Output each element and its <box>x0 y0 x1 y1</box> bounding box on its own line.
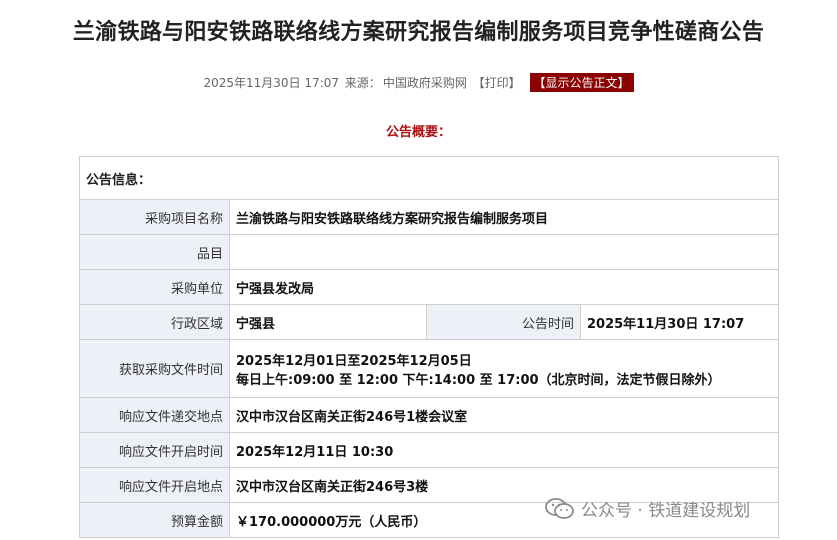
submit-place-value: 汉中市汉台区南关正街246号1楼会议室 <box>228 397 780 433</box>
region-label: 行政区域 <box>79 304 230 340</box>
table-header: 公告信息： <box>78 156 780 200</box>
table-row: 采购项目名称 兰渝铁路与阳安铁路联络线方案研究报告编制服务项目 <box>79 199 780 235</box>
purchaser-value: 宁强县发改局 <box>228 269 780 305</box>
project-name-label: 采购项目名称 <box>79 199 230 235</box>
table-row: 响应文件开启时间 2025年12月11日 10:30 <box>79 432 780 468</box>
announcement-meta: 2025年11月30日 17:07 来源： 中国政府采购网 【打印】 【显示公告正… <box>0 73 837 92</box>
wechat-icon <box>545 497 574 519</box>
open-time-label: 响应文件开启时间 <box>79 432 230 468</box>
project-name-value: 兰渝铁路与阳安铁路联络线方案研究报告编制服务项目 <box>228 199 780 235</box>
show-full-text-button[interactable]: 【显示公告正文】 <box>529 73 634 92</box>
table-row: 行政区域 宁强县 公告时间 2025年11月30日 17:07 <box>79 304 780 340</box>
source-name: 中国政府采购网 <box>382 76 467 90</box>
table-header-row: 公告信息： <box>78 156 780 200</box>
page-title: 兰渝铁路与阳安铁路联络线方案研究报告编制服务项目竞争性磋商公告 <box>72 20 765 45</box>
doc-time-value: 2025年12月01日至2025年12月05日 每日上午:09:00 至 12:… <box>228 339 780 398</box>
open-place-label: 响应文件开启地点 <box>79 467 230 503</box>
doc-time-range: 2025年12月01日至2025年12月05日 <box>236 353 472 369</box>
submit-place-label: 响应文件递交地点 <box>79 397 230 433</box>
table-row: 品目 <box>79 234 780 270</box>
announcement-info-table: 公告信息： 采购项目名称 兰渝铁路与阳安铁路联络线方案研究报告编制服务项目 品目… <box>78 156 780 538</box>
watermark-text: 公众号 · 铁道建设规划 <box>581 501 751 521</box>
overview-heading: 公告概要： <box>385 125 451 140</box>
open-time-value: 2025年12月11日 10:30 <box>228 432 780 468</box>
doc-time-hours: 每日上午:09:00 至 12:00 下午:14:00 至 17:00（北京时间… <box>236 372 721 388</box>
table-row: 响应文件递交地点 汉中市汉台区南关正街246号1楼会议室 <box>79 397 780 433</box>
doc-time-label: 获取采购文件时间 <box>79 339 230 398</box>
publish-datetime: 2025年11月30日 17:07 <box>203 76 339 90</box>
table-row: 采购单位 宁强县发改局 <box>79 269 780 305</box>
announce-time-value: 2025年11月30日 17:07 <box>579 304 780 340</box>
item-value <box>228 234 780 270</box>
region-value: 宁强县 <box>229 304 427 340</box>
print-link[interactable]: 【打印】 <box>473 76 521 90</box>
purchaser-label: 采购单位 <box>79 269 230 305</box>
source-label: 来源： <box>344 76 381 90</box>
table-row: 获取采购文件时间 2025年12月01日至2025年12月05日 每日上午:09… <box>79 339 780 398</box>
watermark: 公众号 · 铁道建设规划 <box>545 496 750 521</box>
item-label: 品目 <box>79 234 230 270</box>
announce-time-label: 公告时间 <box>426 304 581 340</box>
budget-label: 预算金额 <box>79 502 230 538</box>
